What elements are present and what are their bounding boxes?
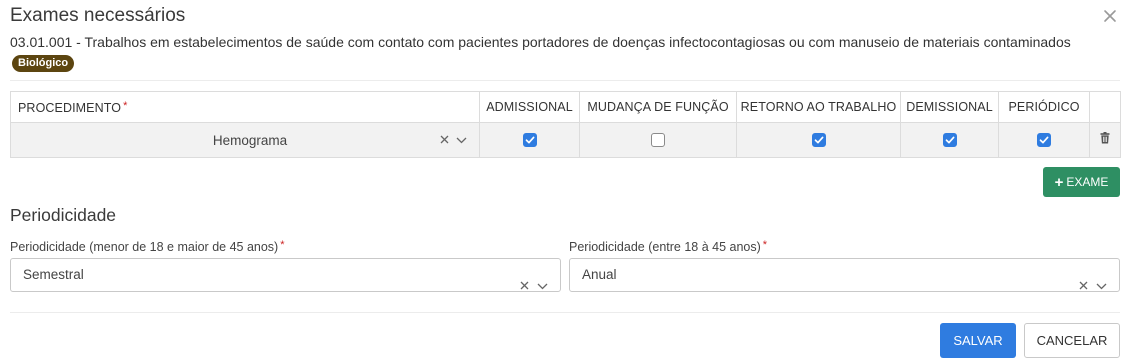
risk-category-badge: Biológico — [12, 55, 75, 72]
cancel-button[interactable]: CANCELAR — [1024, 323, 1120, 358]
clear-icon[interactable] — [440, 132, 449, 147]
admissional-cell — [479, 122, 580, 158]
add-exam-button[interactable]: + EXAME — [1043, 167, 1120, 197]
modal-title: Exames necessários — [10, 5, 186, 26]
save-button[interactable]: SALVAR — [940, 323, 1016, 358]
periodicidade-1-select[interactable]: Semestral — [10, 258, 561, 292]
table-header-row: PROCEDIMENTO * ADMISSIONAL MUDANÇA DE FUN… — [10, 91, 1121, 123]
close-icon[interactable] — [1101, 7, 1119, 25]
risk-description: 03.01.001 - Trabalhos em estabelecimento… — [10, 34, 1071, 50]
procedimento-select[interactable]: Hemograma — [10, 122, 480, 158]
actions-cell — [1089, 122, 1121, 158]
retorno-cell — [736, 122, 901, 158]
clear-icon[interactable] — [1079, 270, 1088, 302]
required-mark: * — [280, 239, 285, 251]
periodicidade-2-select[interactable]: Anual — [569, 258, 1120, 292]
periodicidade-2-value: Anual — [582, 267, 617, 282]
chevron-down-icon[interactable] — [1096, 270, 1107, 302]
periodico-cell — [998, 122, 1090, 158]
mudanca-de-funcao-checkbox[interactable] — [651, 132, 665, 147]
modal-subtitle: 03.01.001 - Trabalhos em estabelecimento… — [10, 32, 1090, 72]
check-icon — [814, 136, 823, 144]
header-retorno-ao-trabalho: RETORNO AO TRABALHO — [736, 91, 901, 123]
add-exam-label: EXAME — [1066, 175, 1109, 189]
periodicidade-2-label: Periodicidade (entre 18 à 45 anos) * — [569, 239, 768, 254]
divider — [10, 80, 1120, 81]
header-demissional: DEMISSIONAL — [900, 91, 999, 123]
exams-table: PROCEDIMENTO * ADMISSIONAL MUDANÇA DE FUN… — [10, 91, 1121, 158]
mudanca-cell — [579, 122, 737, 158]
periodicidade-1-label: Periodicidade (menor de 18 e maior de 45… — [10, 239, 285, 254]
check-icon — [945, 136, 954, 144]
section-title: Periodicidade — [10, 205, 117, 225]
table-row: Hemograma — [10, 122, 1121, 158]
divider — [10, 312, 1120, 313]
check-icon — [525, 136, 534, 144]
required-mark: * — [123, 99, 128, 112]
trash-icon[interactable] — [1100, 131, 1110, 149]
header-actions — [1089, 91, 1121, 123]
plus-icon: + — [1054, 173, 1064, 191]
header-mudanca-de-funcao: MUDANÇA DE FUNÇÃO — [579, 91, 737, 123]
header-periodico: PERIÓDICO — [998, 91, 1090, 123]
retorno-ao-trabalho-checkbox[interactable] — [811, 132, 826, 147]
admissional-checkbox[interactable] — [522, 132, 537, 147]
header-procedimento: PROCEDIMENTO * — [10, 91, 480, 123]
required-mark: * — [762, 239, 768, 251]
procedimento-value: Hemograma — [212, 132, 288, 148]
chevron-down-icon[interactable] — [456, 132, 467, 147]
chevron-down-icon[interactable] — [537, 270, 548, 302]
demissional-checkbox[interactable] — [942, 132, 957, 147]
periodicidade-1-value: Semestral — [23, 267, 84, 282]
demissional-cell — [900, 122, 999, 158]
clear-icon[interactable] — [520, 270, 529, 302]
check-icon — [1039, 136, 1049, 144]
periodico-checkbox[interactable] — [1037, 132, 1051, 147]
header-admissional: ADMISSIONAL — [479, 91, 580, 123]
